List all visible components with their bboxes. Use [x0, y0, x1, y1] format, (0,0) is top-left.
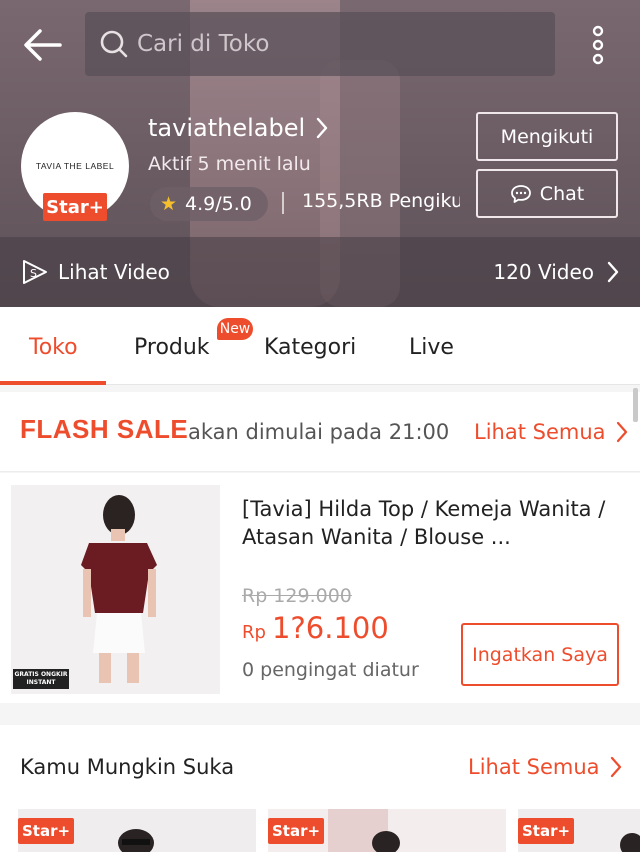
recommended-product-card[interactable]: Star+	[18, 809, 256, 852]
currency: Rp	[242, 622, 266, 643]
recommendations-see-all[interactable]: Lihat Semua	[468, 755, 622, 779]
original-price: Rp 129.000	[242, 585, 352, 607]
tab-produk[interactable]: Produk	[134, 335, 210, 360]
shop-logo-text: TAVIA THE LABEL	[35, 161, 115, 171]
shop-search-bar[interactable]	[85, 12, 555, 76]
more-options-icon[interactable]	[585, 24, 611, 66]
sale-price: Rp 1?6.100	[242, 611, 389, 645]
tab-toko[interactable]: Toko	[29, 335, 78, 360]
followers-count: 155,5RB Pengikut	[302, 190, 460, 212]
product-image[interactable]: GRATIS ONGKIR INSTANT	[11, 485, 220, 694]
video-bar[interactable]: S Lihat Video 120 Video	[0, 237, 640, 307]
flash-sale-time: akan dimulai pada 21:00	[188, 420, 450, 444]
product-title[interactable]: [Tavia] Hilda Top / Kemeja Wanita / Atas…	[242, 495, 622, 551]
flash-sale-header: FLASH SALE akan dimulai pada 21:00 Lihat…	[0, 392, 640, 472]
recommended-product-card[interactable]: Star+	[268, 809, 506, 852]
svg-text:S: S	[30, 267, 37, 280]
follow-button[interactable]: Mengikuti	[476, 112, 618, 161]
chat-button-label: Chat	[539, 182, 585, 205]
tab-kategori[interactable]: Kategori	[264, 335, 356, 360]
see-all-label: Lihat Semua	[468, 755, 600, 779]
video-play-icon: S	[23, 260, 47, 284]
tab-live[interactable]: Live	[409, 335, 454, 360]
shop-name: taviathelabel	[148, 114, 306, 142]
divider	[282, 192, 284, 214]
search-icon	[100, 30, 128, 58]
shop-header: TAVIA THE LABEL Star+ taviathelabel Akti…	[0, 0, 640, 307]
star-icon: ★	[160, 193, 178, 215]
active-tab-indicator	[0, 381, 106, 385]
star-plus-badge: Star+	[43, 193, 107, 221]
flash-sale-product[interactable]: GRATIS ONGKIR INSTANT [Tavia] Hilda Top …	[0, 473, 640, 703]
see-all-label: Lihat Semua	[474, 420, 606, 444]
flash-sale-title: FLASH SALE	[20, 414, 189, 444]
chat-button[interactable]: Chat	[476, 169, 618, 218]
active-status: Aktif 5 menit lalu	[148, 153, 311, 175]
chevron-right-icon	[610, 756, 621, 778]
product-photo	[11, 485, 220, 694]
star-plus-badge: Star+	[518, 818, 574, 844]
chevron-right-icon	[316, 117, 328, 139]
recommendations-section: Kamu Mungkin Suka Lihat Semua Star+ Star…	[0, 725, 640, 852]
flash-sale-see-all[interactable]: Lihat Semua	[474, 420, 628, 444]
follow-button-label: Mengikuti	[500, 125, 594, 148]
recommendations-title: Kamu Mungkin Suka	[20, 755, 235, 779]
video-label: Lihat Video	[58, 260, 170, 284]
remind-me-button[interactable]: Ingatkan Saya	[461, 623, 619, 686]
chat-icon	[510, 184, 531, 203]
rating-value: 4.9/5.0	[185, 193, 252, 215]
star-plus-badge: Star+	[18, 818, 74, 844]
star-plus-badge: Star+	[268, 818, 324, 844]
shop-search-input[interactable]	[137, 31, 517, 57]
video-count: 120 Video	[493, 260, 594, 284]
chevron-right-icon	[607, 261, 619, 283]
sale-price-value: 1?6.100	[271, 611, 389, 645]
shop-rating[interactable]: ★ 4.9/5.0	[150, 187, 268, 221]
shop-tabs: Toko Produk Kategori Live	[0, 307, 640, 385]
reminder-count: 0 pengingat diatur	[242, 659, 419, 681]
shop-name-link[interactable]: taviathelabel	[148, 114, 329, 142]
new-badge: New	[217, 318, 253, 340]
chevron-right-icon	[616, 421, 627, 443]
back-arrow-icon[interactable]	[20, 22, 66, 68]
free-shipping-tag: GRATIS ONGKIR INSTANT	[14, 671, 68, 686]
recommended-product-card[interactable]: Star+	[518, 809, 640, 852]
scrollbar[interactable]	[633, 388, 638, 422]
